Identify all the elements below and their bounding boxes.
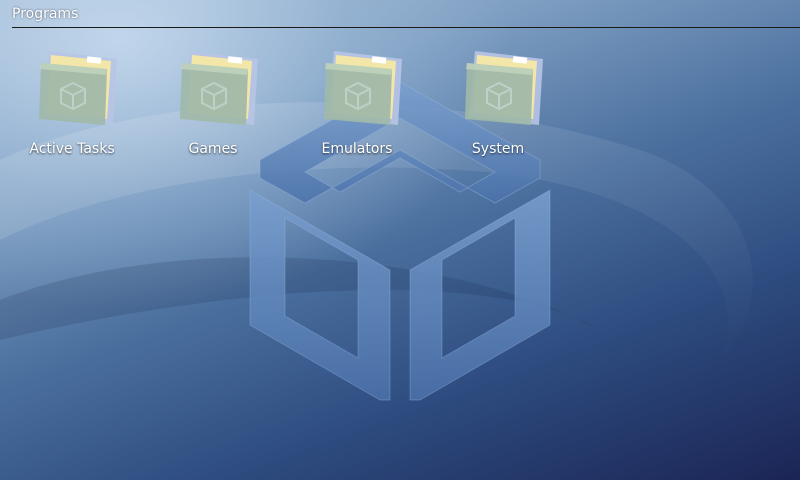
desktop-item-label: Games bbox=[188, 141, 238, 157]
desktop-item-system[interactable]: System bbox=[433, 40, 563, 170]
desktop-item-games[interactable]: Games bbox=[148, 40, 278, 170]
title-bar: Programs bbox=[12, 5, 800, 28]
desktop-item-label: Active Tasks bbox=[29, 141, 115, 157]
folder-icon bbox=[180, 51, 258, 125]
folder-icon bbox=[39, 51, 117, 125]
page-title: Programs bbox=[12, 6, 79, 22]
folder-icon bbox=[465, 51, 543, 125]
folder-icon bbox=[324, 51, 402, 125]
desktop-item-emulators[interactable]: Emulators bbox=[292, 40, 422, 170]
desktop-item-active-tasks[interactable]: Active Tasks bbox=[7, 40, 137, 170]
desktop-item-label: System bbox=[471, 141, 525, 157]
desktop-item-label: Emulators bbox=[321, 141, 393, 157]
desktop: Programs Active Tasks Games Emulators Sy… bbox=[0, 0, 800, 480]
